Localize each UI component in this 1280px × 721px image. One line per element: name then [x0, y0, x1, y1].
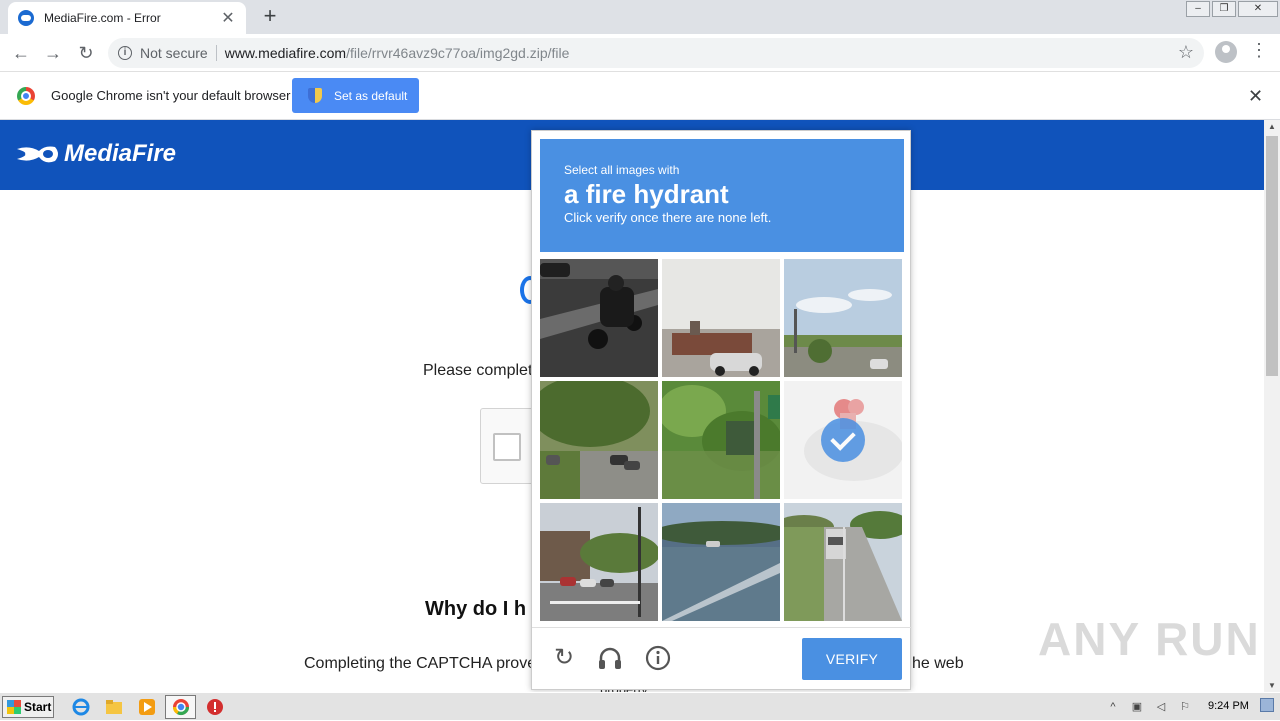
network-icon[interactable]: ▣	[1129, 700, 1145, 714]
show-desktop-button[interactable]	[1260, 698, 1274, 712]
please-complete-text: Please complet	[423, 362, 533, 379]
infobar-close-icon[interactable]: ✕	[1248, 86, 1263, 107]
anyrun-watermark: ANY RUN	[1038, 613, 1261, 665]
window-controls: ‒ ❐ ✕	[1184, 1, 1278, 19]
windows-flag-icon	[7, 700, 21, 714]
why-heading: Why do I h	[425, 598, 527, 620]
window-close-button[interactable]: ✕	[1238, 1, 1278, 17]
start-button[interactable]: Start	[2, 696, 54, 718]
captcha-tile-4[interactable]	[540, 381, 658, 499]
captcha-tile-5[interactable]	[662, 381, 780, 499]
stop-warning-icon[interactable]	[206, 698, 224, 716]
scroll-up-arrow-icon[interactable]: ▲	[1264, 122, 1280, 131]
captcha-tile-9[interactable]	[784, 503, 902, 621]
street-car-building-image	[662, 259, 780, 377]
grass-road-image	[662, 503, 780, 621]
mediafire-logo-text[interactable]: MediaFire	[64, 140, 176, 168]
captcha-prompt-hint: Click verify once there are none left.	[564, 210, 772, 225]
captcha-image-grid	[540, 259, 904, 621]
page-scrollbar[interactable]: ▲ ▼	[1264, 120, 1280, 692]
tray-expand-icon[interactable]: ^	[1105, 700, 1121, 714]
scroll-down-arrow-icon[interactable]: ▼	[1264, 681, 1280, 690]
url-host: www.mediafire.com	[224, 45, 347, 61]
captcha-challenge: Select all images with a fire hydrant Cl…	[531, 130, 912, 691]
captcha-tile-7[interactable]	[540, 503, 658, 621]
security-label: Not secure	[140, 45, 208, 61]
captcha-header: Select all images with a fire hydrant Cl…	[540, 139, 904, 252]
completing-text: Completing the CAPTCHA prove	[304, 655, 537, 672]
reload-challenge-icon[interactable]: ↻	[550, 644, 578, 672]
tile-selected-check-icon	[821, 418, 865, 462]
audio-challenge-icon[interactable]	[596, 644, 624, 672]
set-as-default-label: Set as default	[334, 88, 408, 103]
captcha-tile-2[interactable]	[662, 259, 780, 377]
url-path: /file/rrvr46avz9c77oa/img2gd.zip/file	[346, 45, 570, 61]
chrome-taskbar-button[interactable]	[165, 695, 196, 719]
tab-title: MediaFire.com - Error	[44, 11, 161, 25]
captcha-tile-8[interactable]	[662, 503, 780, 621]
mediafire-favicon-icon	[18, 10, 34, 26]
forward-button[interactable]: →	[40, 40, 66, 66]
verify-button[interactable]: VERIFY	[802, 638, 902, 680]
fence-sign-trees-image	[662, 381, 780, 499]
chrome-logo-icon	[17, 87, 35, 105]
bookmark-star-icon[interactable]: ☆	[1178, 42, 1194, 63]
set-as-default-button[interactable]: Set as default	[292, 78, 419, 113]
restore-button[interactable]: ❐	[1212, 1, 1236, 17]
completing-text-tail: he web	[912, 655, 964, 672]
captcha-tile-1[interactable]	[540, 259, 658, 377]
windows-taskbar: Start ^ ▣ ◁ ⚐ 9:24 PM	[0, 692, 1280, 720]
chrome-taskbar-icon	[172, 699, 190, 716]
back-button[interactable]: ←	[8, 40, 34, 66]
browser-tab[interactable]: MediaFire.com - Error ✕	[8, 2, 246, 34]
captcha-tile-6[interactable]	[784, 381, 902, 499]
street-lamp-cars-image	[540, 503, 658, 621]
info-icon[interactable]: i	[118, 46, 132, 60]
road-sky-trees-image	[784, 259, 902, 377]
action-center-flag-icon[interactable]: ⚐	[1177, 700, 1193, 714]
help-info-icon[interactable]	[644, 644, 672, 672]
captcha-footer: ↻ VERIFY	[532, 627, 912, 691]
tab-strip: MediaFire.com - Error ✕ + ‒ ❐ ✕	[0, 0, 1280, 34]
tree-lined-street-image	[540, 381, 658, 499]
captcha-tile-3[interactable]	[784, 259, 902, 377]
minimize-button[interactable]: ‒	[1186, 1, 1210, 17]
scroll-thumb[interactable]	[1266, 136, 1278, 376]
address-separator	[215, 45, 217, 61]
new-tab-button[interactable]: +	[258, 4, 282, 28]
internet-explorer-icon[interactable]	[72, 698, 90, 716]
chrome-menu-icon[interactable]: ⋮	[1250, 40, 1268, 61]
file-explorer-icon[interactable]	[105, 698, 123, 716]
captcha-prompt-small: Select all images with	[564, 163, 680, 177]
profile-avatar-icon[interactable]	[1215, 41, 1237, 63]
reload-button[interactable]: ↻	[73, 40, 99, 66]
uac-shield-icon	[308, 88, 322, 103]
browser-toolbar: ← → ↻ i Not secure www.mediafire.com /fi…	[0, 34, 1280, 72]
tab-close-icon[interactable]: ✕	[220, 8, 236, 28]
motorcycle-road-image	[540, 259, 658, 377]
taskbar-clock[interactable]: 9:24 PM	[1208, 700, 1249, 712]
media-player-icon[interactable]	[138, 698, 156, 716]
mediafire-flame-icon	[17, 146, 58, 163]
volume-icon[interactable]: ◁	[1153, 700, 1169, 714]
address-bar[interactable]: i Not secure www.mediafire.com /file/rrv…	[108, 38, 1204, 68]
captcha-prompt-target: a fire hydrant	[564, 179, 729, 209]
infobar-message: Google Chrome isn't your default browser	[51, 88, 291, 103]
start-label: Start	[24, 700, 52, 714]
highway-truck-image	[784, 503, 902, 621]
recaptcha-checkbox[interactable]	[493, 433, 521, 461]
